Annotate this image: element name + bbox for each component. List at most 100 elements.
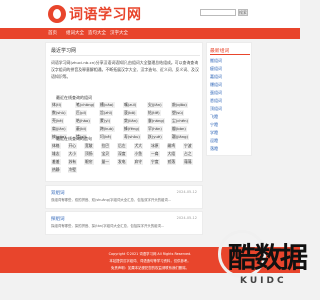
word-chip[interactable]: 敛(liǎn) [123,118,139,124]
sidebar-item[interactable]: 瘦组词 [210,66,222,72]
sentence-chip[interactable]: 占之 [183,151,193,157]
sentence-chip[interactable]: 发电 [117,159,127,165]
sentence-chip[interactable]: 宁度 [150,159,160,165]
word-chip[interactable]: 塑(sù) [171,110,185,116]
site-header: 词语学习网 搜索 [0,0,300,28]
sidebar-item[interactable]: 学蹬 [210,130,218,136]
word-chip[interactable]: 肩(jiān) [51,126,67,132]
word-chip[interactable]: 数(shù) [51,110,67,116]
sidebar-item[interactable]: 宁蹬 [210,122,218,128]
word-chip[interactable]: 蒙(yì) [99,118,112,124]
word-chip[interactable]: 嘴(zuǐ) [123,102,138,108]
nav-item-zuci[interactable]: 组词大全 [66,28,84,39]
word-chip[interactable]: 坷(kě) [99,134,113,140]
sentence-chip[interactable]: 宁波 [183,143,193,149]
sentence-chip[interactable]: 羞羞 [51,159,61,165]
recent-sentences-title: 最近在线查询的造句 [56,136,92,141]
watermark-text: 酷数据 [228,241,308,274]
sidebar-divider [210,54,250,55]
word-chip[interactable]: 壳(ké) [51,118,65,124]
article-title[interactable]: 探组词 [51,216,65,222]
word-chip[interactable]: 敲(qiāo) [171,102,188,108]
article-date: 2024-05-12 [176,216,197,220]
sentence-chip[interactable]: 雄志 [51,151,61,157]
word-chip[interactable]: 尘(chén) [171,118,189,124]
main-panel: 最近学习网 词语学习网(zhuci.nb.cn)分享汉语词语知识,由组词大全整理… [45,42,203,182]
word-chip[interactable]: 旨(zhǐ) [99,110,114,116]
sentence-chip[interactable]: 弃守 [133,159,144,165]
nav-item-home[interactable]: 首页 [48,28,57,39]
word-chip[interactable]: 跨(kuà) [99,126,115,132]
sidebar-title: 最新组词 [210,49,230,54]
article-date: 2024-05-12 [176,190,197,194]
sidebar-item[interactable]: 悉组词 [210,98,222,104]
sentence-chip[interactable]: 小鱼 [133,151,144,157]
sentence-chip[interactable]: 宽敞 [84,143,94,149]
sentence-chip[interactable]: 苏有 [67,159,78,165]
sidebar-item[interactable]: 蛋组词 [210,90,222,96]
sidebar-item[interactable]: 搬组词 [210,58,222,64]
sentence-chip[interactable]: 开心 [67,143,78,149]
sentence-chip[interactable]: 蔼蔼 [183,159,193,165]
article-card: 双组词 2024-05-12 双组词有哪些，双的拼音、双(shuāng)字组词大… [45,185,203,209]
sentence-chip[interactable]: 宝贝 [100,151,111,157]
sentence-chip[interactable]: 体格 [51,143,61,149]
sentence-chip[interactable]: 深度 [117,151,127,157]
article-summary: 探组词有哪些，探的拼音、探(tàn)字组词大全汇总，包括探字开头的组词... [51,224,165,228]
article-card: 探组词 2024-05-12 探组词有哪些，探的拼音、探(tàn)字组词大全汇总… [45,211,203,235]
sentence-chip[interactable]: 大小 [67,151,78,157]
sidebar-item[interactable]: 顶组词 [210,106,222,112]
word-chip[interactable]: 跃(yuè) [147,134,163,140]
recent-words-title: 最近在线查询的组词 [56,95,92,100]
word-chip[interactable]: 菠(bō) [123,110,137,116]
logo-icon [48,5,66,23]
word-chip[interactable]: 囊(náng) [147,118,166,124]
sentence-chip[interactable]: 大组 [166,151,177,157]
sidebar-item[interactable]: 逗蹬 [210,138,218,144]
word-chip[interactable]: 槽(cǎo) [99,102,115,108]
word-chip[interactable]: 蜂(fēng) [123,126,141,132]
word-chip[interactable]: 疆(jiāng) [171,134,190,140]
word-chip[interactable]: 尖(jiān) [147,102,163,108]
sentence-chip[interactable]: 眼帘 [84,159,94,165]
sentence-chip[interactable]: 冷壁 [67,167,78,173]
search-input[interactable] [200,9,236,16]
site-intro: 词语学习网(zhuci.nb.cn)分享汉语词语知识,由组词大全整理总结组成。可… [51,60,199,79]
word-chip[interactable]: 蔽(bì) [75,126,88,132]
divider [50,55,200,56]
sidebar-item[interactable]: 飞蹬 [210,114,218,120]
sentence-chip[interactable]: 犬大 [133,143,144,149]
article-summary: 双组词有哪些，双的拼音、双(shuāng)字组词大全汇总，包括双字开头的组词..… [51,198,172,202]
watermark: 酷数据 KUIDC [218,228,308,298]
sidebar-item[interactable]: 落蹬 [210,146,218,152]
nav-item-zaoju[interactable]: 造句大全 [88,28,106,39]
word-chip[interactable]: 皓(hào) [75,118,91,124]
sidebar-item[interactable]: 爆组词 [210,82,222,88]
sentence-chip[interactable]: 冰原 [150,143,160,149]
sidebar-item[interactable]: 嘉组词 [210,74,222,80]
search-button[interactable]: 搜索 [238,9,248,16]
sentence-chip[interactable]: 后左 [117,143,127,149]
sentence-chip[interactable]: 顶扬 [84,151,94,157]
nav-item-hanzi[interactable]: 汉字大全 [110,28,128,39]
watermark-subtext: KUIDC [240,276,287,286]
word-chip[interactable]: 帖(tiě) [147,110,161,116]
sidebar: 最新组词 搬组词瘦组词嘉组词爆组词蛋组词悉组词顶组词飞蹬宁蹬学蹬逗蹬落蹬 [206,42,252,156]
sentence-chip[interactable]: 一肩 [150,151,160,157]
word-chip[interactable]: 匹(pǐ) [75,110,88,116]
word-chip[interactable]: 罕(hǎn) [147,126,163,132]
word-chip[interactable]: 体(tǐ) [51,102,63,108]
sentence-chip[interactable]: 热静 [51,167,61,173]
word-chip[interactable]: 笔(chǎng) [75,102,96,108]
main-nav: 首页 组词大全 造句大全 汉字大全 [0,28,300,39]
word-chip[interactable]: 瓣(bàn) [171,126,187,132]
sentence-chip[interactable]: 雌鸡 [166,143,177,149]
sentence-chip[interactable]: 拉巴 [100,143,111,149]
sentence-chip[interactable]: 量一 [100,159,111,165]
site-name: 词语学习网 [69,7,142,23]
page-title: 最近学习网 [51,48,77,54]
article-title[interactable]: 双组词 [51,190,65,196]
sentence-chip[interactable]: 贰落 [166,159,177,165]
site-logo[interactable]: 词语学习网 [48,4,142,24]
word-chip[interactable]: 寿(shòu) [123,134,141,140]
